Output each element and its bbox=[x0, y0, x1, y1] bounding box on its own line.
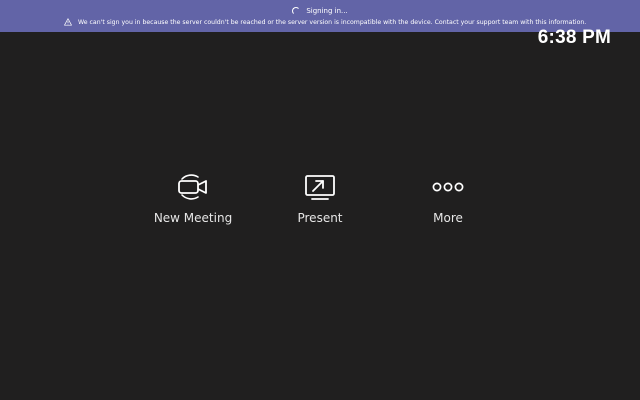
sign-in-error-message: We can't sign you in because the server … bbox=[64, 17, 586, 27]
present-label: Present bbox=[297, 211, 343, 225]
room-home-screen: Signing in... We can't sign you in becau… bbox=[0, 0, 640, 400]
more-button[interactable]: More bbox=[398, 170, 498, 232]
warning-icon bbox=[64, 18, 72, 26]
loading-spinner-icon bbox=[292, 6, 301, 15]
screen-share-icon bbox=[305, 175, 335, 200]
new-meeting-label: New Meeting bbox=[153, 211, 233, 225]
signing-in-text: Signing in... bbox=[306, 6, 348, 15]
sign-in-error-text: We can't sign you in because the server … bbox=[78, 18, 587, 26]
present-button[interactable]: Present bbox=[270, 170, 370, 232]
new-meeting-button[interactable]: New Meeting bbox=[143, 170, 243, 232]
more-label: More bbox=[433, 211, 463, 225]
more-dots-icon bbox=[432, 182, 464, 192]
signing-in-status: Signing in... bbox=[0, 4, 640, 17]
video-camera-icon bbox=[178, 174, 207, 200]
clock-time: 6:38 PM bbox=[537, 27, 611, 48]
